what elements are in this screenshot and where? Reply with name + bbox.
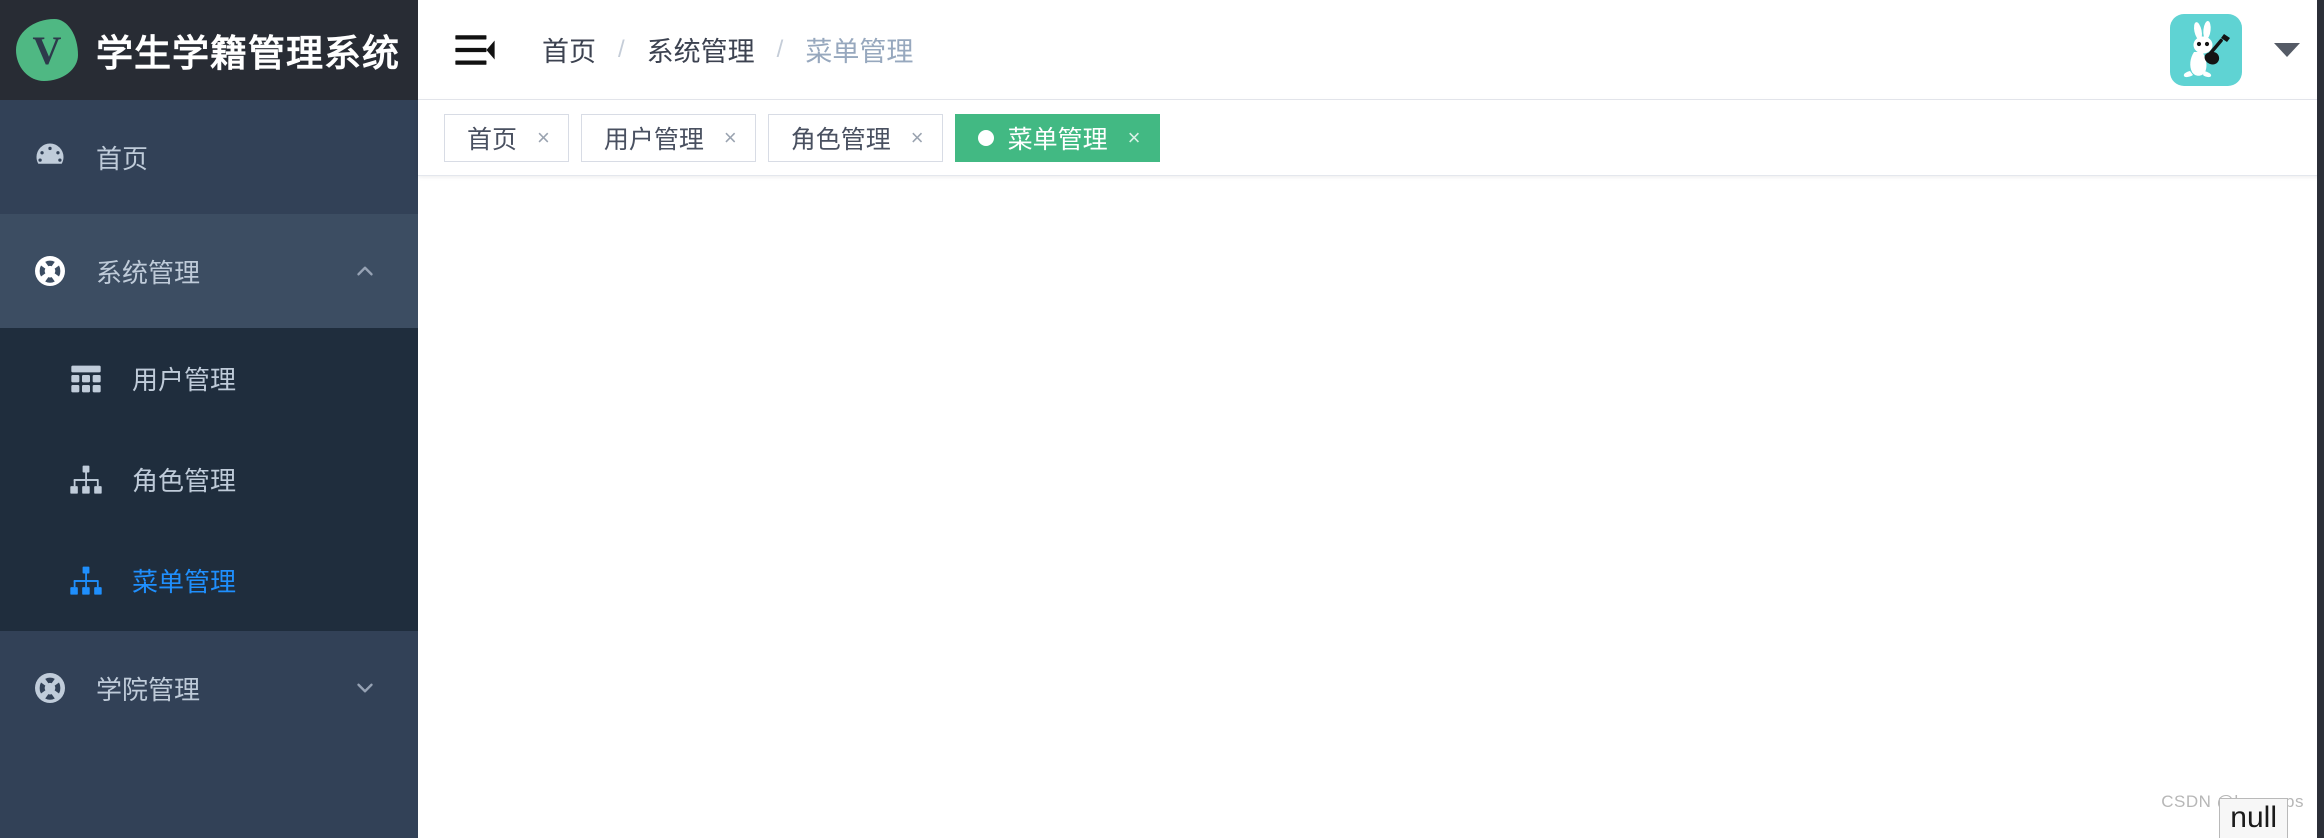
close-icon[interactable]: ×	[724, 126, 737, 149]
app-root: V 学生学籍管理系统 首页 系统管理 用户管理 角色管理 菜单管理 学院管理 首…	[0, 0, 2324, 838]
tab-bar: 首页 × 用户管理 × 角色管理 × 菜单管理 ×	[418, 100, 2324, 176]
avatar[interactable]	[2170, 13, 2242, 86]
tab-menu-management[interactable]: 菜单管理 ×	[954, 113, 1160, 162]
sidebar-menu: 首页 系统管理 用户管理 角色管理 菜单管理 学院管理	[0, 100, 418, 838]
sitemap-icon	[66, 460, 106, 500]
close-icon[interactable]: ×	[1128, 126, 1141, 149]
dashboard-icon	[30, 137, 70, 177]
sidebar-item-label: 系统管理	[96, 257, 201, 288]
null-value-box: null	[2219, 798, 2288, 838]
tab-home[interactable]: 首页 ×	[444, 113, 569, 162]
close-icon[interactable]: ×	[537, 126, 550, 149]
sidebar-item-home[interactable]: 首页	[0, 100, 418, 214]
top-navbar: 首页 / 系统管理 / 菜单管理	[418, 0, 2324, 100]
app-logo-icon: V	[16, 19, 78, 81]
sidebar-logo-header[interactable]: V 学生学籍管理系统	[0, 0, 418, 100]
logo-letter: V	[32, 28, 62, 73]
close-icon[interactable]: ×	[911, 126, 924, 149]
sidebar-item-label: 首页	[96, 143, 149, 174]
tab-role-management[interactable]: 角色管理 ×	[767, 113, 943, 162]
breadcrumb: 首页 / 系统管理 / 菜单管理	[542, 30, 913, 69]
breadcrumb-item-home[interactable]: 首页	[542, 30, 596, 69]
content-area: CSDN @heromps null	[418, 176, 2324, 838]
sidebar-item-label: 用户管理	[132, 365, 237, 395]
system-gear-icon	[30, 251, 70, 291]
window-right-edge	[2317, 0, 2324, 838]
breadcrumb-separator: /	[618, 35, 625, 63]
sidebar: V 学生学籍管理系统 首页 系统管理 用户管理 角色管理 菜单管理 学院管理	[0, 0, 418, 838]
main-area: 首页 / 系统管理 / 菜单管理 首页 × 用户管理 × 角色管理 × 菜单管理…	[418, 0, 2324, 838]
breadcrumb-item-current: 菜单管理	[805, 37, 914, 67]
sidebar-item-label: 学院管理	[96, 674, 201, 705]
sidebar-item-user-management[interactable]: 用户管理	[0, 328, 418, 429]
sidebar-item-college-management[interactable]: 学院管理	[0, 631, 418, 745]
tab-label: 菜单管理	[1007, 125, 1108, 154]
chevron-down-icon	[352, 675, 378, 701]
active-tab-dot-icon	[977, 129, 994, 146]
menu-fold-icon[interactable]	[452, 27, 498, 73]
caret-down-icon[interactable]	[2274, 42, 2300, 57]
tab-user-management[interactable]: 用户管理 ×	[580, 113, 756, 162]
tab-label: 角色管理	[790, 125, 891, 154]
tab-label: 首页	[467, 125, 518, 154]
app-title: 学生学籍管理系统	[96, 33, 400, 74]
sidebar-item-label: 菜单管理	[132, 567, 237, 597]
system-gear-icon	[30, 668, 70, 708]
chevron-up-icon	[352, 258, 378, 284]
sidebar-item-role-management[interactable]: 角色管理	[0, 429, 418, 530]
sidebar-item-system-management[interactable]: 系统管理	[0, 214, 418, 328]
sidebar-item-label: 角色管理	[132, 466, 237, 496]
breadcrumb-separator: /	[776, 35, 784, 63]
sitemap-icon	[66, 561, 106, 601]
table-grid-icon	[66, 359, 106, 399]
topbar-right-actions	[2170, 13, 2306, 86]
breadcrumb-item-system-management[interactable]: 系统管理	[647, 30, 755, 69]
tab-label: 用户管理	[603, 125, 704, 154]
submenu-system-management: 用户管理 角色管理 菜单管理	[0, 328, 418, 631]
sidebar-item-menu-management[interactable]: 菜单管理	[0, 530, 418, 631]
